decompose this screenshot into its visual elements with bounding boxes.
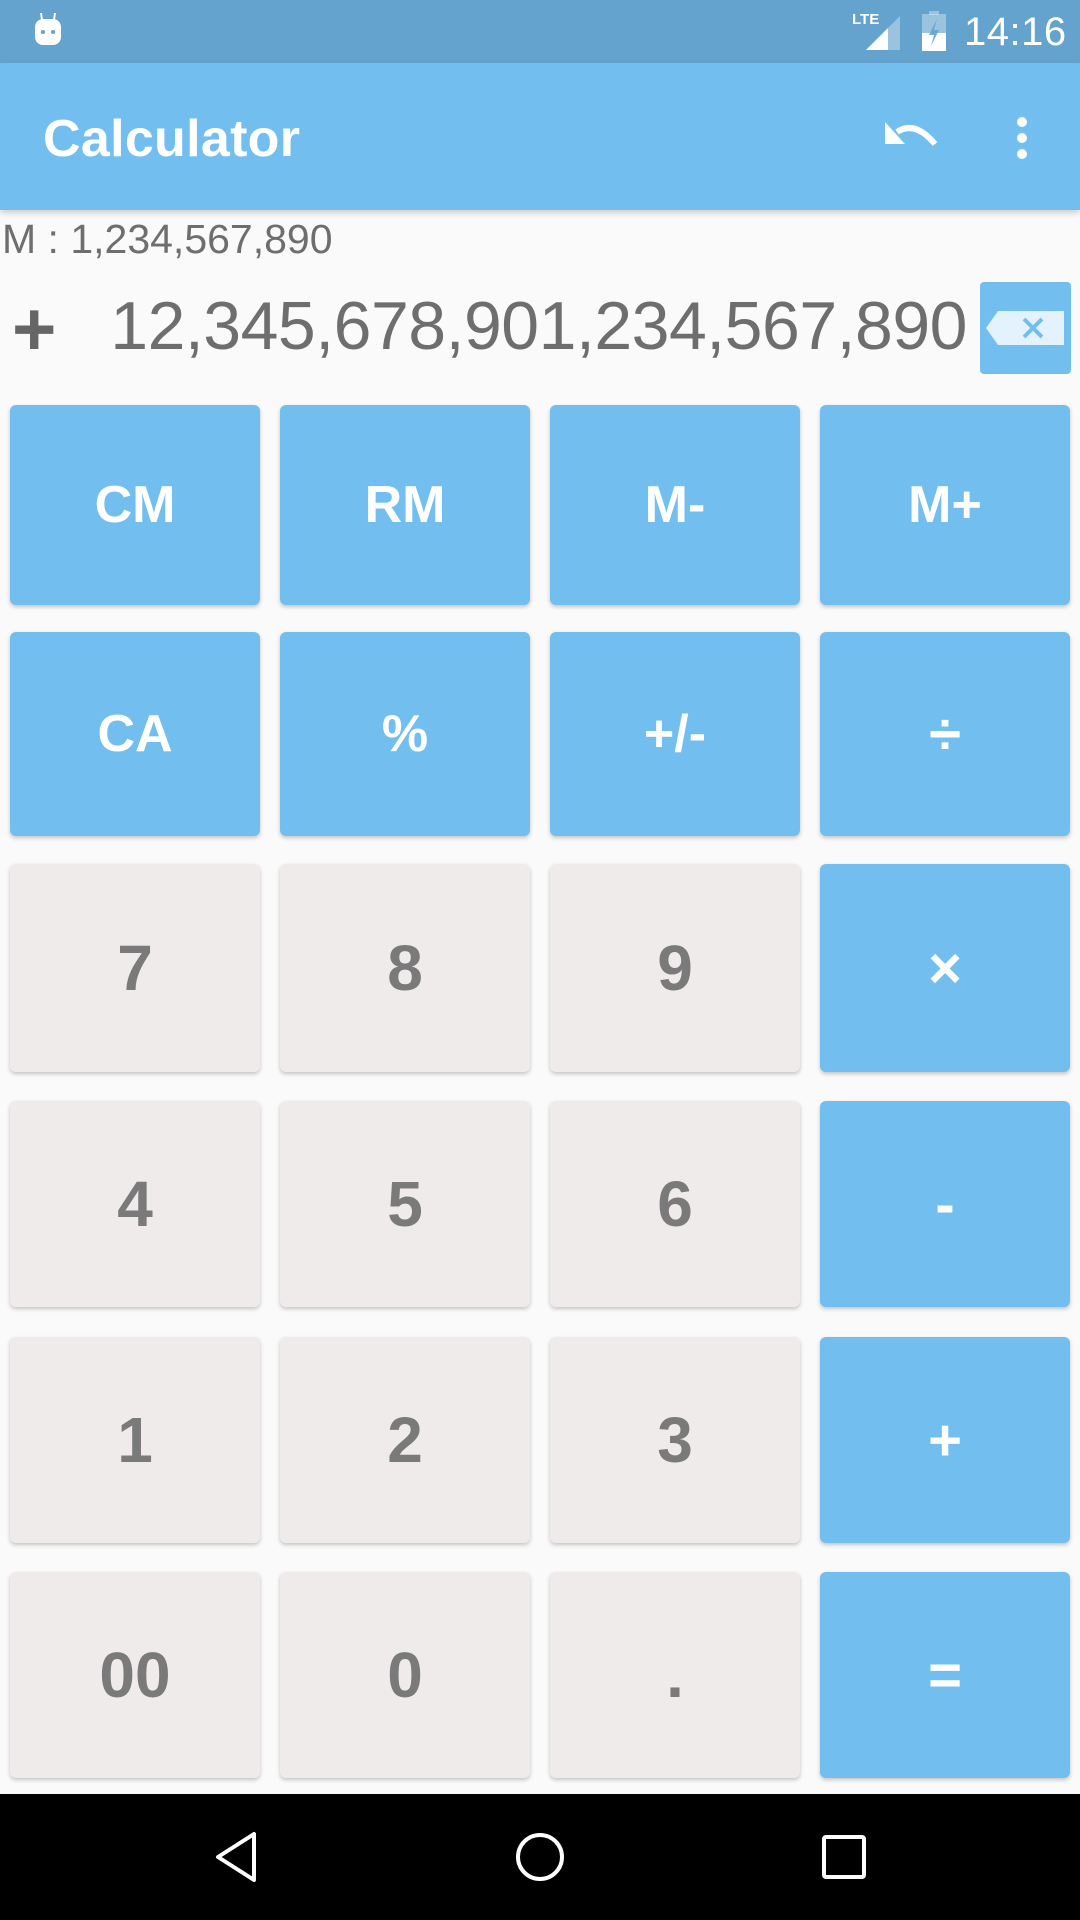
multiply-label: ×	[928, 935, 962, 1001]
equals-label: =	[928, 1642, 962, 1708]
undo-icon	[885, 122, 938, 146]
divide-button[interactable]: ÷	[820, 632, 1070, 836]
app-bar: Calculator	[0, 63, 1080, 210]
equals-button[interactable]: =	[820, 1572, 1070, 1778]
nav-back-button[interactable]	[191, 1817, 281, 1897]
digit-7-button[interactable]: 7	[10, 864, 260, 1072]
clear-all-label: CA	[97, 705, 173, 763]
undo-button[interactable]	[872, 103, 952, 163]
clear-all-button[interactable]: CA	[10, 632, 260, 836]
toggle-sign-label: +/-	[643, 705, 707, 763]
toggle-sign-button[interactable]: +/-	[550, 632, 800, 836]
digit-0-label: 0	[387, 1639, 423, 1711]
nav-home-button[interactable]	[495, 1817, 585, 1897]
digit-0-button[interactable]: 0	[280, 1572, 530, 1778]
recents-square-icon	[822, 1835, 866, 1879]
double-zero-label: 00	[99, 1639, 171, 1711]
recall-memory-button[interactable]: RM	[280, 405, 530, 605]
divide-label: ÷	[929, 701, 961, 767]
digit-3-label: 3	[657, 1404, 693, 1476]
overflow-menu-icon	[1017, 117, 1027, 159]
digit-1-label: 1	[117, 1404, 153, 1476]
digit-9-label: 9	[657, 932, 693, 1004]
memory-plus-button[interactable]: M+	[820, 405, 1070, 605]
digit-3-button[interactable]: 3	[550, 1337, 800, 1543]
decimal-point-button[interactable]: .	[550, 1572, 800, 1778]
digit-8-button[interactable]: 8	[280, 864, 530, 1072]
multiply-button[interactable]: ×	[820, 864, 1070, 1072]
digit-7-label: 7	[117, 932, 153, 1004]
navigation-bar	[0, 1794, 1080, 1920]
memory-plus-label: M+	[908, 476, 982, 534]
app-title: Calculator	[43, 110, 301, 168]
percent-label: %	[381, 705, 429, 763]
digit-5-label: 5	[387, 1168, 423, 1240]
digit-1-button[interactable]: 1	[10, 1337, 260, 1543]
double-zero-button[interactable]: 00	[10, 1572, 260, 1778]
memory-minus-label: M-	[644, 476, 706, 534]
digit-5-button[interactable]: 5	[280, 1101, 530, 1307]
digit-4-button[interactable]: 4	[10, 1101, 260, 1307]
add-label: +	[928, 1407, 962, 1473]
digit-2-button[interactable]: 2	[280, 1337, 530, 1543]
clear-memory-label: CM	[94, 476, 176, 534]
clear-memory-button[interactable]: CM	[10, 405, 260, 605]
digit-9-button[interactable]: 9	[550, 864, 800, 1072]
subtract-label: -	[935, 1171, 955, 1237]
digit-8-label: 8	[387, 932, 423, 1004]
home-circle-icon	[516, 1833, 564, 1881]
percent-button[interactable]: %	[280, 632, 530, 836]
recall-memory-label: RM	[364, 476, 446, 534]
digit-6-button[interactable]: 6	[550, 1101, 800, 1307]
digit-6-label: 6	[657, 1168, 693, 1240]
overflow-menu-button[interactable]	[997, 103, 1047, 173]
add-button[interactable]: +	[820, 1337, 1070, 1543]
keypad: CM RM M- M+ CA% +/- ÷ 7 8 9 × 4 5 6-1 2 3 +00 0. =	[0, 0, 1080, 1794]
subtract-button[interactable]: -	[820, 1101, 1070, 1307]
decimal-point-label: .	[666, 1639, 684, 1711]
digit-2-label: 2	[387, 1404, 423, 1476]
back-triangle-icon	[216, 1832, 256, 1882]
memory-minus-button[interactable]: M-	[550, 405, 800, 605]
nav-recents-button[interactable]	[799, 1817, 889, 1897]
digit-4-label: 4	[117, 1168, 153, 1240]
